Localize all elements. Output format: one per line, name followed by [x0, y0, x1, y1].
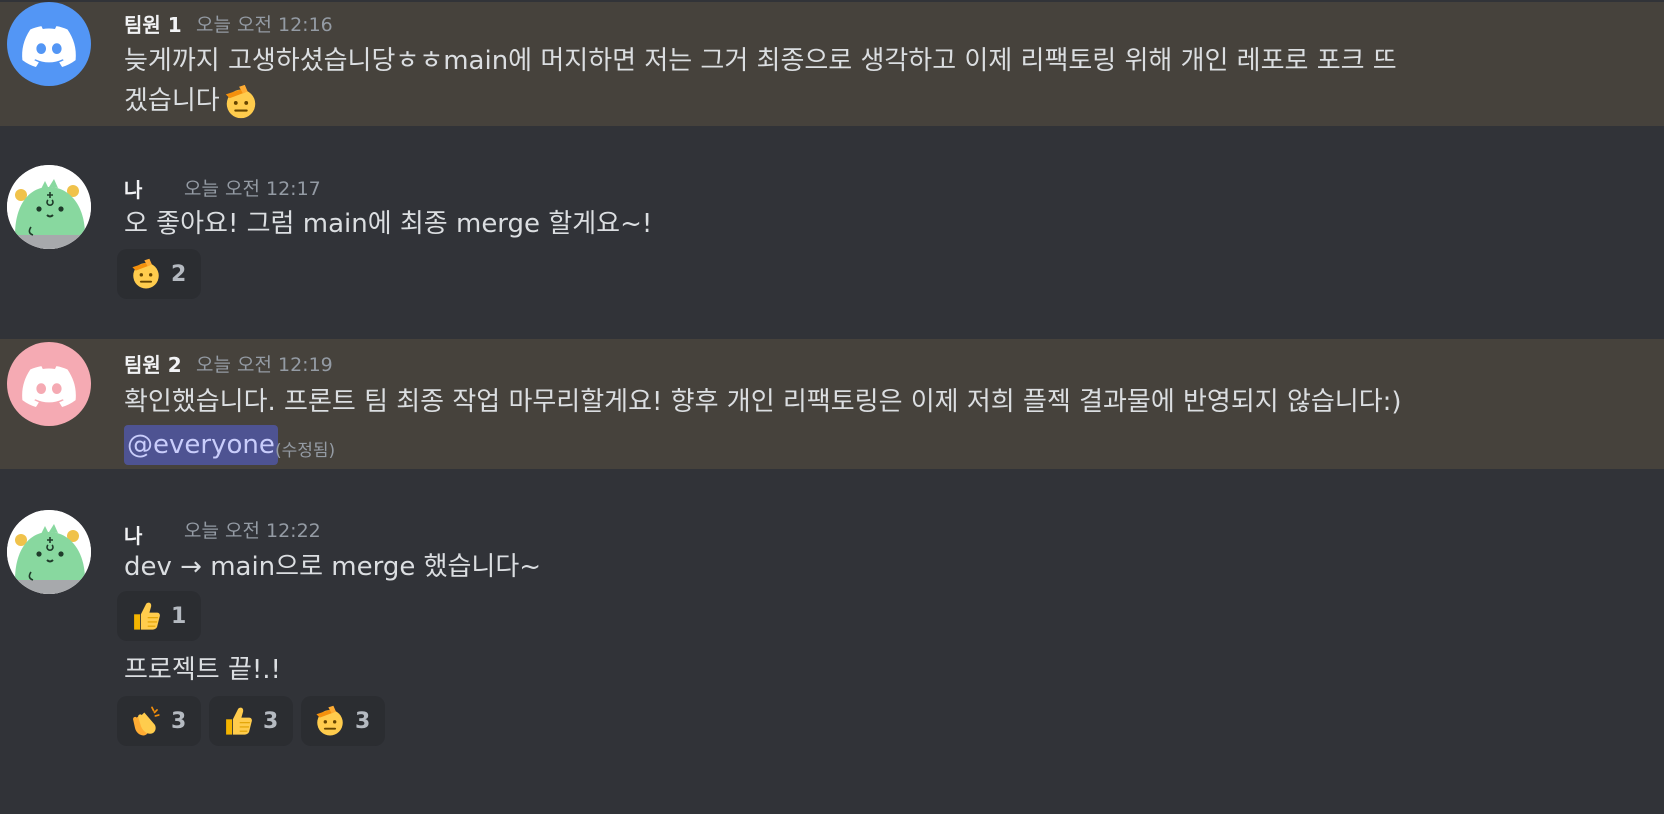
message-author[interactable]: 나 — [124, 174, 142, 203]
message-item: 나 오늘 오전 12:17 오 좋아요! 그럼 main에 최종 merge 할… — [0, 160, 1664, 310]
thumbs-up-icon — [129, 599, 163, 633]
saluting-face-icon — [313, 704, 347, 738]
reaction-button[interactable]: 3 — [209, 696, 293, 746]
reaction-button[interactable]: 3 — [301, 696, 385, 746]
dinosaur-avatar-icon — [7, 165, 91, 249]
message-text: dev → main으로 merge 했습니다~ — [124, 552, 542, 582]
message-author[interactable]: 팀원 2 — [124, 349, 182, 378]
message-author[interactable]: 팀원 1 — [124, 9, 182, 38]
message-text-line2: 겠습니다 — [124, 86, 220, 116]
edited-label: (수정됨) — [275, 441, 336, 461]
message-text: 늦게까지 고생하셨습니당ㅎㅎmain에 머지하면 저는 그거 최종으로 생각하고… — [124, 46, 1397, 76]
saluting-face-icon — [129, 257, 163, 291]
message-author[interactable]: 나 — [124, 520, 142, 549]
thumbs-up-icon — [221, 704, 255, 738]
message-item: 팀원 1 오늘 오전 12:16 늦게까지 고생하셨습니당ㅎㅎmain에 머지하… — [0, 2, 1664, 126]
message-timestamp: 오늘 오전 12:16 — [196, 14, 333, 36]
message-timestamp: 오늘 오전 12:17 — [184, 178, 321, 200]
message-item: 팀원 2 오늘 오전 12:19 확인했습니다. 프론트 팀 최종 작업 마무리… — [0, 339, 1664, 469]
dinosaur-avatar-icon — [7, 510, 91, 594]
discord-logo-icon — [7, 342, 91, 426]
reaction-count: 3 — [263, 708, 279, 734]
avatar[interactable] — [7, 2, 91, 86]
reaction-count: 2 — [171, 261, 187, 287]
message-text: 확인했습니다. 프론트 팀 최종 작업 마무리할게요! 향후 개인 리팩토링은 … — [124, 387, 1402, 417]
message-text-continued: 겠습니다 — [124, 80, 260, 122]
saluting-face-icon — [222, 83, 260, 121]
avatar[interactable] — [7, 342, 91, 426]
everyone-mention[interactable]: @everyone — [124, 425, 278, 465]
message-item: 나 오늘 오전 12:22 dev → main으로 merge 했습니다~ 1… — [0, 503, 1664, 814]
message-text: 오 좋아요! 그럼 main에 최종 merge 할게요~! — [124, 209, 653, 239]
reaction-count: 3 — [355, 708, 371, 734]
reaction-button[interactable]: 3 — [117, 696, 201, 746]
reaction-count: 1 — [171, 603, 187, 629]
reaction-count: 3 — [171, 708, 187, 734]
clapping-hands-icon — [129, 704, 163, 738]
discord-logo-icon — [7, 2, 91, 86]
chat-message-list[interactable]: 팀원 1 오늘 오전 12:16 늦게까지 고생하셨습니당ㅎㅎmain에 머지하… — [0, 0, 1664, 814]
message-text: 프로젝트 끝!.! — [124, 655, 281, 685]
reaction-button[interactable]: 1 — [117, 591, 201, 641]
avatar[interactable] — [7, 510, 91, 594]
message-timestamp: 오늘 오전 12:22 — [184, 520, 321, 542]
message-timestamp: 오늘 오전 12:19 — [196, 354, 333, 376]
reaction-button[interactable]: 2 — [117, 249, 201, 299]
avatar[interactable] — [7, 165, 91, 249]
